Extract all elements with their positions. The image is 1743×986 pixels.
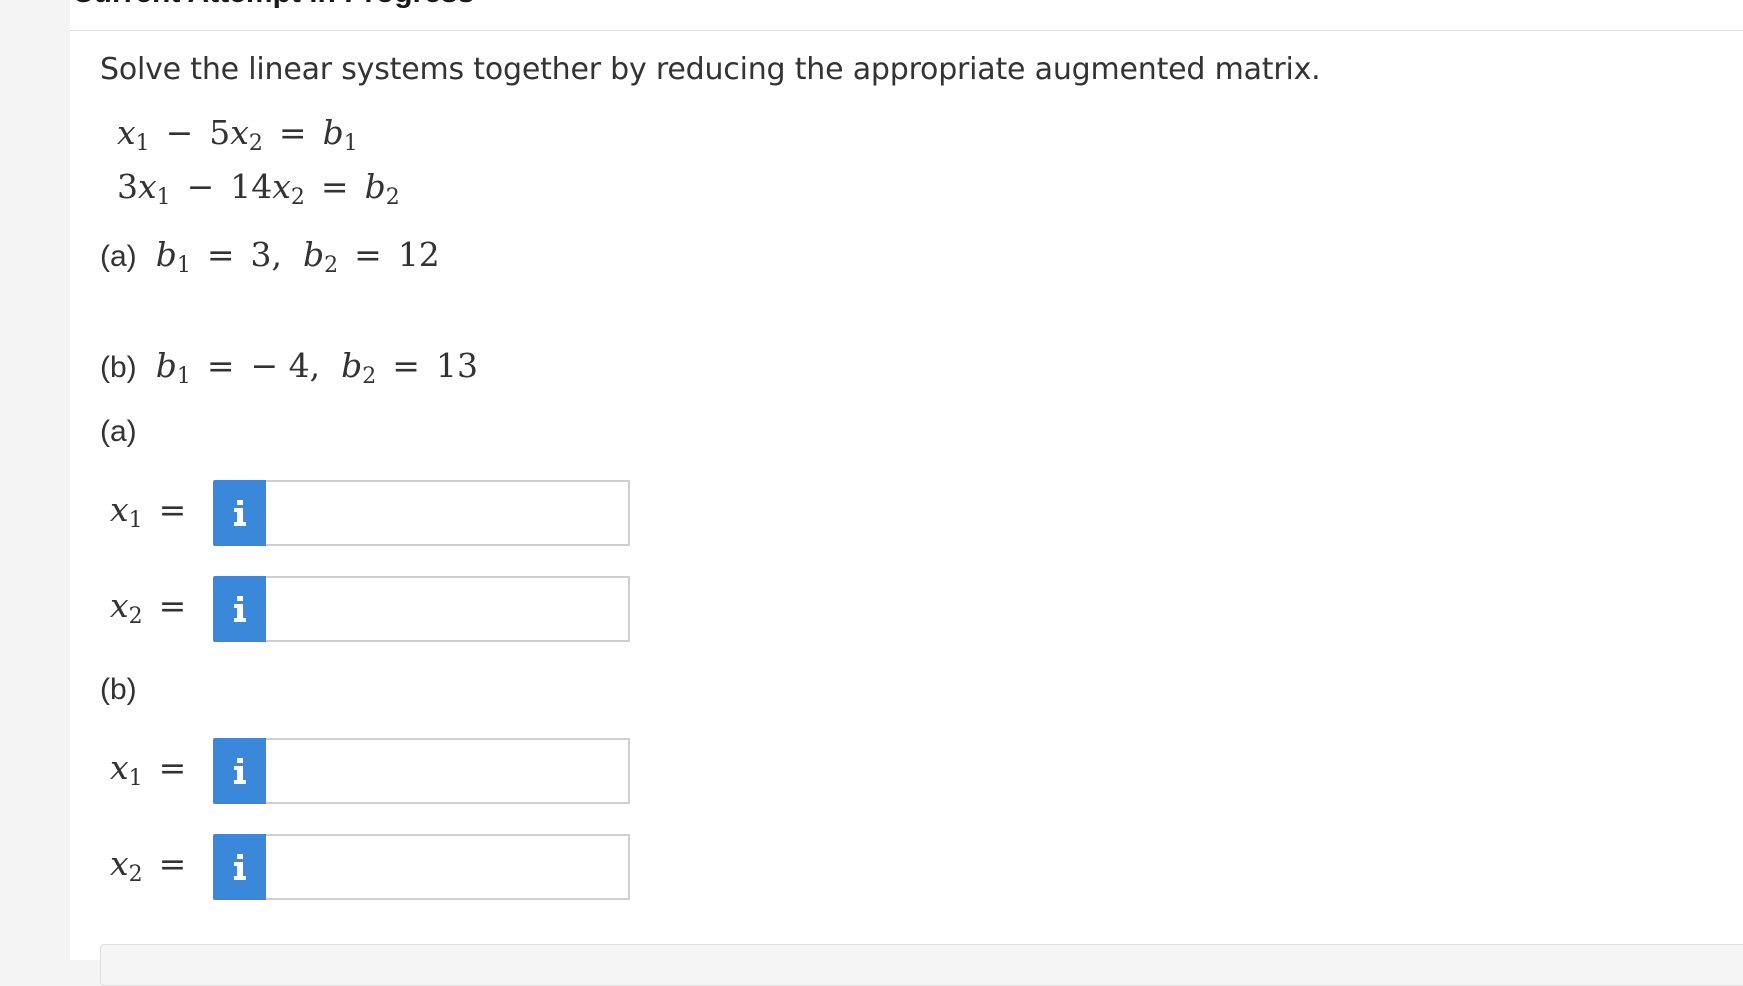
- answer-input-b-x2[interactable]: [266, 834, 630, 900]
- info-icon: [233, 854, 246, 880]
- part-b-values: (b) b1 = − 4, b2 = 13: [100, 346, 478, 389]
- answer-var-label: x1 =: [110, 490, 187, 533]
- answer-var-label: x2 =: [110, 844, 187, 887]
- answer-section-a-label: (a): [100, 415, 137, 448]
- part-b-label: (b): [100, 351, 137, 384]
- info-button[interactable]: [213, 480, 266, 546]
- equation-1: x1−5x2 = b1: [117, 113, 358, 156]
- info-icon: [233, 500, 246, 526]
- info-icon: [233, 758, 246, 784]
- answer-var-label: x2 =: [110, 586, 187, 629]
- answer-input-a-x1[interactable]: [266, 480, 630, 546]
- part-a-values: (a) b1 = 3, b2 = 12: [100, 235, 440, 278]
- equation-2: 3x1−14x2 = b2: [117, 167, 400, 210]
- answer-input-b-x1[interactable]: [266, 738, 630, 804]
- info-button[interactable]: [213, 738, 266, 804]
- next-section-box: [100, 944, 1743, 986]
- part-a-label: (a): [100, 240, 137, 273]
- answer-input-a-x2[interactable]: [266, 576, 630, 642]
- question-prompt: Solve the linear systems together by red…: [100, 52, 1321, 87]
- answer-var-label: x1 =: [110, 748, 187, 791]
- header-divider: [70, 30, 1743, 31]
- page-header-title: Current Attempt in Progress: [72, 0, 474, 10]
- answer-section-b-label: (b): [100, 673, 137, 706]
- info-icon: [233, 596, 246, 622]
- info-button[interactable]: [213, 576, 266, 642]
- info-button[interactable]: [213, 834, 266, 900]
